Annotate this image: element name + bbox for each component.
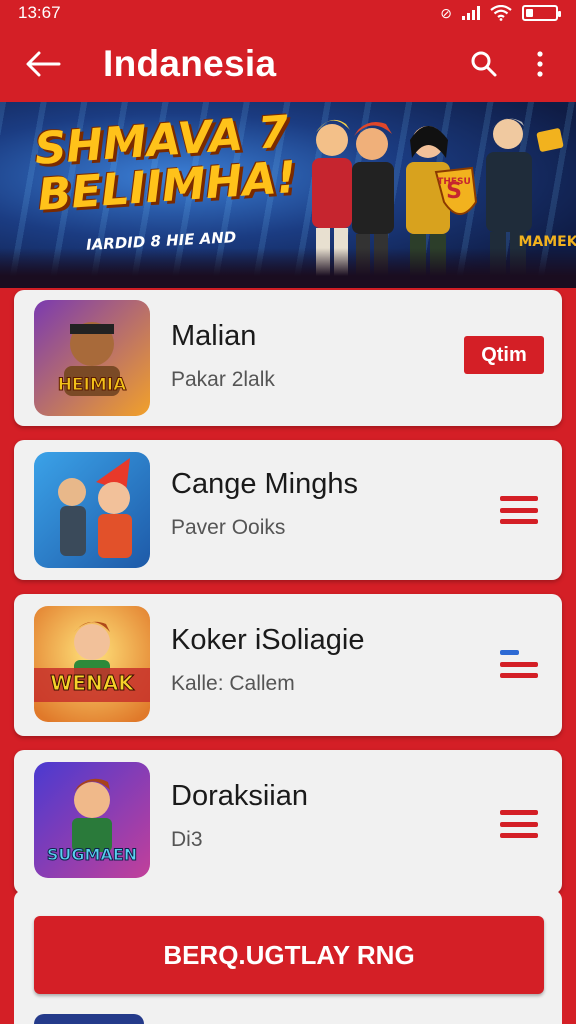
- app-bar: Indanesia: [0, 26, 576, 102]
- game-thumbnail: HEIMIA: [34, 300, 150, 416]
- game-name: Cange Minghs: [171, 468, 358, 500]
- game-name: Koker iSoliagie: [171, 624, 365, 656]
- svg-text:HEIMIA: HEIMIA: [58, 375, 127, 395]
- game-card[interactable]: HEIMIA Malian Pakar 2lalk Qtim: [14, 290, 562, 426]
- menu-icon[interactable]: [500, 810, 538, 838]
- game-name: Doraksiian: [171, 780, 308, 812]
- page-title: Indanesia: [103, 43, 277, 84]
- game-thumbnail: WENAK: [34, 606, 150, 722]
- svg-text:THESU: THESU: [437, 177, 471, 187]
- game-subtitle: Pakar 2lalk: [171, 368, 275, 391]
- game-subtitle: Paver Ooiks: [171, 516, 286, 539]
- game-thumbnail: [34, 452, 150, 568]
- svg-text:SUGMAEN: SUGMAEN: [47, 845, 137, 864]
- game-subtitle: Kalle: Callem: [171, 672, 295, 695]
- status-time: 13:67: [18, 3, 61, 22]
- search-icon: [471, 51, 497, 77]
- divider-accent: [342, 738, 562, 750]
- promo-banner[interactable]: SHMAVA 7 BELIIMHA! IARDID 8 HIE AND S TH…: [0, 102, 576, 288]
- status-icons: ⊘: [440, 4, 561, 22]
- status-bar: 13:67 ⊘: [0, 0, 576, 26]
- back-button[interactable]: [0, 26, 86, 102]
- game-thumbnail: SUGMAEN: [34, 762, 150, 878]
- more-button[interactable]: [512, 26, 568, 102]
- primary-cta-button[interactable]: BERQ.UGTLAY RNG: [34, 916, 544, 994]
- next-item-peek: [34, 1014, 144, 1024]
- game-card[interactable]: Cange Minghs Paver Ooiks: [14, 440, 562, 580]
- banner-headline: SHMAVA 7 BELIIMHA!: [32, 106, 299, 221]
- banner-crowd: [0, 248, 576, 288]
- more-vertical-icon: [537, 51, 543, 77]
- arrow-left-icon: [26, 51, 61, 77]
- game-card[interactable]: SUGMAEN Doraksiian Di3: [14, 750, 562, 894]
- game-card[interactable]: WENAK Koker iSoliagie Kalle: Callem: [14, 594, 562, 736]
- menu-icon[interactable]: [500, 650, 538, 678]
- svg-text:WENAK: WENAK: [50, 671, 135, 695]
- game-name: Malian: [171, 320, 257, 352]
- game-subtitle: Di3: [171, 828, 203, 851]
- wifi-icon: [490, 5, 512, 21]
- divider-accent: [386, 428, 562, 440]
- signal-icon: [462, 6, 480, 20]
- menu-icon[interactable]: [500, 496, 538, 524]
- game-open-button[interactable]: Qtim: [464, 336, 544, 374]
- battery-icon: [522, 5, 561, 21]
- search-button[interactable]: [456, 26, 512, 102]
- sim-icon: ⊘: [440, 4, 452, 21]
